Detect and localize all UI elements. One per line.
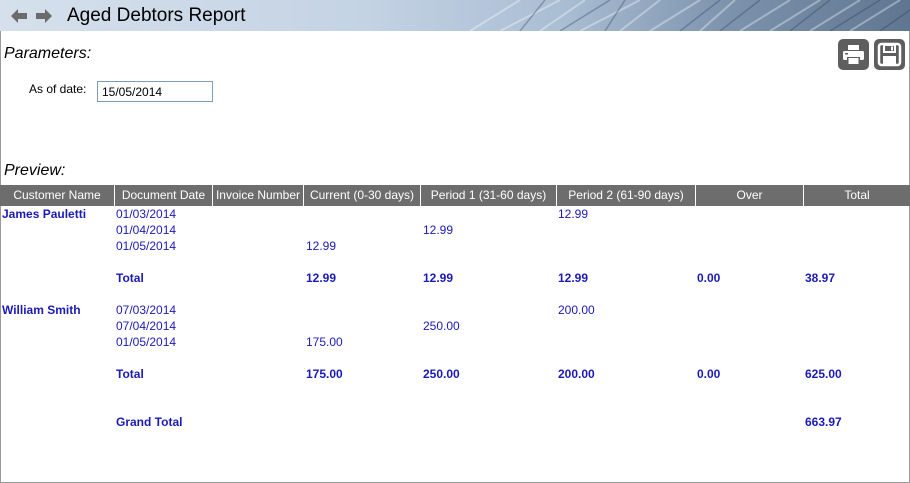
floppy-disk-icon xyxy=(877,42,902,67)
total-total-cell: 38.97 xyxy=(805,271,836,285)
total-current-cell: 175.00 xyxy=(306,367,343,381)
total-current-cell: 12.99 xyxy=(306,271,337,285)
total-period-1-cell: 250.00 xyxy=(423,367,460,381)
back-arrow-icon[interactable] xyxy=(11,9,27,23)
document-date-cell[interactable]: 07/04/2014 xyxy=(116,319,176,333)
period-2-cell: 200.00 xyxy=(558,303,595,317)
total-period-1-cell: 12.99 xyxy=(423,271,454,285)
column-header-period-2[interactable]: Period 2 (61-90 days) xyxy=(557,185,696,206)
current-cell: 175.00 xyxy=(306,335,343,349)
save-button[interactable] xyxy=(874,39,905,70)
document-date-cell[interactable]: 01/04/2014 xyxy=(116,223,176,237)
as-of-date-label: As of date: xyxy=(29,82,87,96)
window-title: Aged Debtors Report xyxy=(67,5,246,26)
column-header-period-1[interactable]: Period 1 (31-60 days) xyxy=(421,185,557,206)
print-button[interactable] xyxy=(838,39,869,70)
current-cell: 12.99 xyxy=(306,239,337,253)
forward-arrow-icon[interactable] xyxy=(36,9,52,23)
period-1-cell: 12.99 xyxy=(423,223,454,237)
period-1-cell: 250.00 xyxy=(423,319,460,333)
total-period-2-cell: 200.00 xyxy=(558,367,595,381)
column-header-customer-name[interactable]: Customer Name xyxy=(0,185,115,206)
report-header-row: Customer Name Document Date Invoice Numb… xyxy=(0,185,910,206)
column-header-total[interactable]: Total xyxy=(804,185,910,206)
column-header-over[interactable]: Over xyxy=(696,185,804,206)
column-header-current[interactable]: Current (0-30 days) xyxy=(304,185,421,206)
parameters-heading: Parameters: xyxy=(4,45,92,62)
document-date-cell[interactable]: 01/05/2014 xyxy=(116,239,176,253)
document-date-cell[interactable]: 07/03/2014 xyxy=(116,303,176,317)
total-over-cell: 0.00 xyxy=(697,271,721,285)
column-header-document-date[interactable]: Document Date xyxy=(115,185,213,206)
column-header-invoice-number[interactable]: Invoice Number xyxy=(213,185,304,206)
customer-name-link[interactable]: William Smith xyxy=(2,303,81,317)
customer-name-link[interactable]: James Pauletti xyxy=(2,207,86,221)
preview-heading: Preview: xyxy=(4,162,66,179)
title-bar: Aged Debtors Report xyxy=(0,0,910,31)
document-date-cell[interactable]: 01/05/2014 xyxy=(116,335,176,349)
total-over-cell: 0.00 xyxy=(697,367,721,381)
grand-total-value: 663.97 xyxy=(805,415,842,429)
printer-icon xyxy=(843,45,864,64)
period-2-cell: 12.99 xyxy=(558,207,589,221)
document-date-cell[interactable]: 01/03/2014 xyxy=(116,207,176,221)
customer-total-label: Total xyxy=(116,271,144,285)
total-total-cell: 625.00 xyxy=(805,367,842,381)
grand-total-label: Grand Total xyxy=(116,415,183,429)
customer-total-label: Total xyxy=(116,367,144,381)
total-period-2-cell: 12.99 xyxy=(558,271,589,285)
as-of-date-input[interactable] xyxy=(97,81,213,102)
